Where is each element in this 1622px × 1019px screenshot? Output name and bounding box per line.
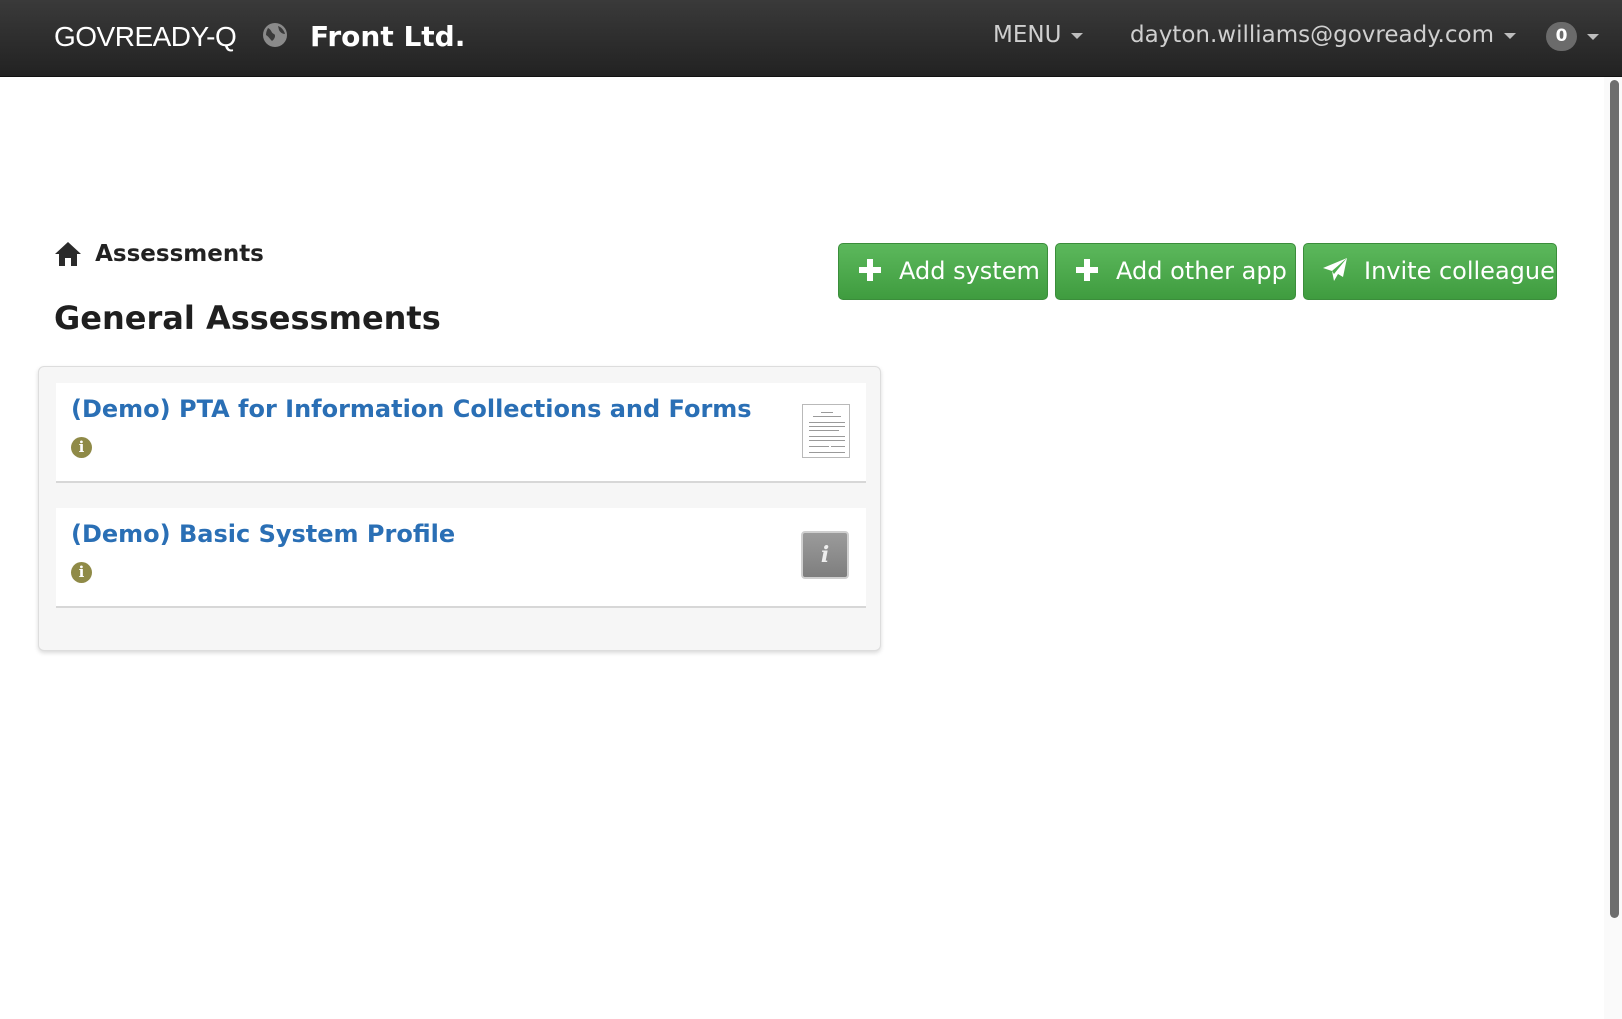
- brand-logo[interactable]: GOVREADY-Q: [54, 20, 237, 54]
- invite-colleague-label: Invite colleague: [1364, 257, 1555, 285]
- info-tile-icon[interactable]: i: [801, 531, 849, 579]
- assessment-card[interactable]: (Demo) Basic System Profile i i: [56, 508, 866, 608]
- chevron-down-icon: [1587, 33, 1599, 40]
- plus-icon: [859, 259, 881, 281]
- globe-icon: [263, 23, 287, 47]
- home-icon: [55, 242, 81, 266]
- notifications-dropdown[interactable]: 0: [1546, 22, 1599, 51]
- assessment-title-link[interactable]: (Demo) Basic System Profile: [71, 520, 455, 548]
- chevron-down-icon: [1503, 32, 1516, 39]
- plus-icon: [1076, 259, 1098, 281]
- assessment-title-link[interactable]: (Demo) PTA for Information Collections a…: [71, 395, 752, 423]
- breadcrumb-label[interactable]: Assessments: [95, 241, 264, 267]
- add-other-app-label: Add other app: [1116, 257, 1287, 285]
- notification-count-badge: 0: [1546, 22, 1577, 51]
- top-navbar: GOVREADY-Q Front Ltd. MENU dayton.willia…: [0, 0, 1622, 77]
- user-dropdown[interactable]: dayton.williams@govready.com: [1130, 20, 1516, 50]
- invite-colleague-button[interactable]: Invite colleague: [1303, 243, 1557, 300]
- menu-dropdown[interactable]: MENU: [993, 20, 1084, 50]
- scrollbar-thumb[interactable]: [1610, 80, 1619, 918]
- assessments-panel: (Demo) PTA for Information Collections a…: [38, 366, 881, 651]
- organization-name[interactable]: Front Ltd.: [310, 20, 465, 54]
- chevron-down-icon: [1071, 32, 1084, 39]
- paper-plane-icon: [1323, 258, 1347, 281]
- page-title: General Assessments: [54, 299, 441, 337]
- add-system-label: Add system: [899, 257, 1040, 285]
- add-other-app-button[interactable]: Add other app: [1055, 243, 1296, 300]
- assessment-card[interactable]: (Demo) PTA for Information Collections a…: [56, 383, 866, 483]
- menu-label: MENU: [993, 22, 1062, 48]
- user-email: dayton.williams@govready.com: [1130, 22, 1494, 48]
- info-icon[interactable]: i: [71, 562, 92, 583]
- document-thumbnail[interactable]: [802, 404, 850, 458]
- breadcrumb[interactable]: Assessments: [54, 240, 264, 270]
- info-icon[interactable]: i: [71, 437, 92, 458]
- add-system-button[interactable]: Add system: [838, 243, 1048, 300]
